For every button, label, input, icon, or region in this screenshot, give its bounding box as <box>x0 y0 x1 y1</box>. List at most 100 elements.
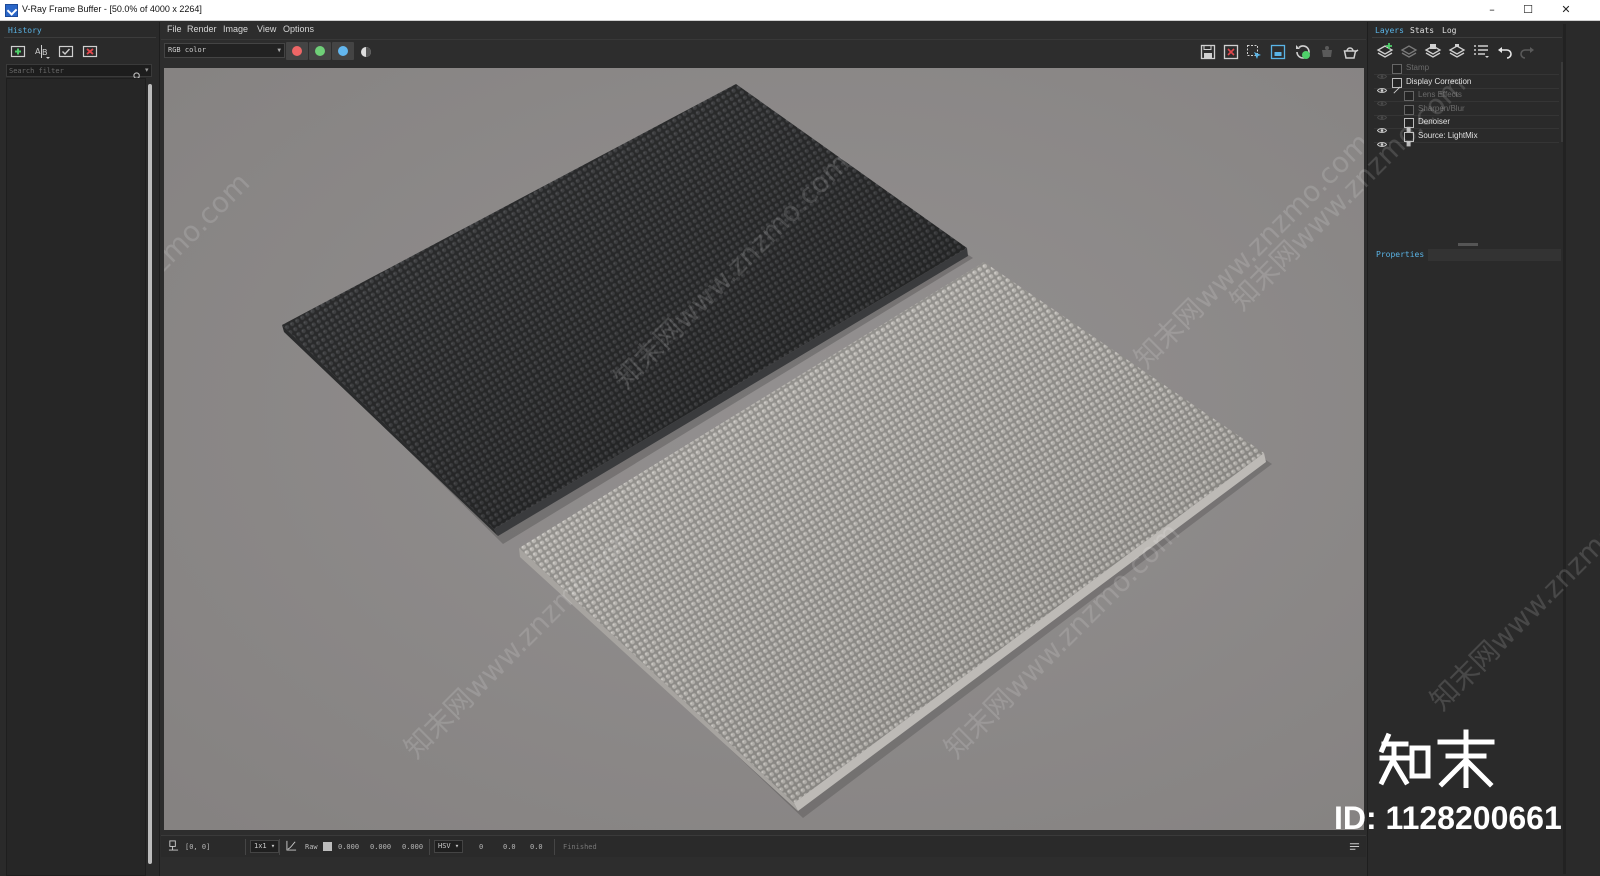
zoom-select[interactable]: 1x1 ▾ <box>250 840 280 853</box>
status-bar: [0, 0] 1x1 ▾ Raw 0.000 0.000 0.000 HSV ▾… <box>161 835 1366 857</box>
console-icon[interactable] <box>1349 841 1360 854</box>
menu-image[interactable]: Image <box>223 24 248 34</box>
load-history-icon[interactable] <box>58 43 74 59</box>
pin-icon[interactable] <box>168 840 179 853</box>
red-channel-button[interactable] <box>286 42 308 60</box>
green-dot-icon <box>315 46 325 56</box>
color-space-select[interactable]: HSV ▾ <box>434 840 464 853</box>
eye-icon[interactable] <box>1376 79 1388 93</box>
blue-channel-button[interactable] <box>332 42 354 60</box>
pixel-coords: [0, 0] <box>185 843 211 851</box>
toolbar: RGB color ▼ <box>161 39 1366 63</box>
r-value: 0.000 <box>338 843 360 851</box>
interactive-render-icon[interactable] <box>1294 43 1312 61</box>
eye-icon[interactable] <box>1376 92 1388 106</box>
title-bar: V-Ray Frame Buffer - [50.0% of 4000 x 22… <box>0 0 1600 21</box>
load-layer-icon[interactable] <box>1400 42 1418 60</box>
chevron-down-icon: ▼ <box>277 47 281 54</box>
panel-splitter[interactable] <box>1458 243 1478 246</box>
color-space-value: HSV <box>438 842 451 850</box>
stop-render-icon[interactable] <box>1318 43 1336 61</box>
layer-type-icon <box>1404 118 1414 133</box>
right-panel-scrollbar[interactable] <box>1563 24 1566 874</box>
b-value: 0.000 <box>402 843 424 851</box>
menu-bar: File Render Image View Options <box>161 22 1366 38</box>
tab-layers[interactable]: Layers <box>1375 26 1404 35</box>
eye-icon[interactable] <box>1376 65 1388 79</box>
channel-select[interactable]: RGB color ▼ <box>164 43 285 58</box>
create-layer-icon[interactable] <box>1376 42 1394 60</box>
save-image-icon[interactable] <box>1199 43 1217 61</box>
history-panel: History AB ▾ <box>0 22 160 876</box>
eye-icon[interactable] <box>1376 133 1388 147</box>
save-to-history-icon[interactable] <box>10 43 26 59</box>
render-teapot-icon[interactable] <box>1341 43 1359 61</box>
layer-label: Denoiser <box>1418 117 1451 126</box>
layer-row[interactable]: Denoiser <box>1374 116 1559 133</box>
layer-label: Source: LightMix <box>1418 130 1478 140</box>
h-value: 0 <box>479 843 484 851</box>
redo-icon[interactable] <box>1518 42 1536 60</box>
red-dot-icon <box>292 46 302 56</box>
layer-type-icon <box>1404 104 1414 115</box>
divider <box>279 839 280 855</box>
layer-row[interactable]: Source: LightMix <box>1374 130 1559 147</box>
ab-compare-icon[interactable]: AB <box>34 43 50 59</box>
undo-icon[interactable] <box>1496 42 1514 60</box>
render-status: Finished <box>563 843 597 851</box>
clear-image-icon[interactable] <box>1222 43 1240 61</box>
eye-icon[interactable] <box>1376 106 1388 120</box>
layer-row[interactable]: Sharpen/Blur <box>1374 103 1559 120</box>
history-list[interactable] <box>6 78 146 876</box>
layer-row[interactable]: Stamp <box>1374 62 1559 79</box>
rendered-image <box>164 68 1364 830</box>
watermark-id: ID: 1128200661 <box>1334 800 1562 836</box>
g-value: 0.000 <box>370 843 392 851</box>
divider <box>429 839 430 855</box>
green-channel-button[interactable] <box>309 42 331 60</box>
search-dropdown-icon[interactable]: ▾ <box>145 66 149 74</box>
alpha-channel-icon[interactable] <box>358 44 376 62</box>
region-render-icon[interactable] <box>1245 43 1263 61</box>
menu-options[interactable]: Options <box>283 24 314 34</box>
window-title: V-Ray Frame Buffer - [50.0% of 4000 x 22… <box>22 4 202 14</box>
layer-type-icon <box>1392 64 1402 74</box>
divider <box>245 839 246 855</box>
layer-row[interactable]: Display Correction <box>1374 76 1559 94</box>
layer-list-icon[interactable] <box>1472 42 1490 60</box>
search-icon[interactable] <box>133 66 142 81</box>
layer-label: Lens Effects <box>1418 90 1462 99</box>
tab-stats[interactable]: Stats <box>1410 26 1434 35</box>
vfb-window: V-Ray Frame Buffer - [50.0% of 4000 x 22… <box>0 0 1600 876</box>
watermark-logo <box>1378 728 1498 789</box>
blue-dot-icon <box>338 46 348 56</box>
layer-row[interactable]: Lens Effects <box>1374 89 1559 106</box>
zoom-value: 1x1 <box>254 842 267 850</box>
properties-title: Properties <box>1376 250 1425 259</box>
layer-presets-icon[interactable] <box>1448 42 1466 60</box>
layer-label: Display Correction <box>1406 76 1472 86</box>
delete-history-icon[interactable] <box>82 43 98 59</box>
history-scrollbar[interactable] <box>147 78 153 876</box>
layer-tree: Stamp Display Correction Lens Effects Sharp… <box>1374 62 1564 248</box>
tab-log[interactable]: Log <box>1442 26 1456 35</box>
maximize-button[interactable]: ☐ <box>1510 0 1546 21</box>
menu-view[interactable]: View <box>257 24 276 34</box>
render-viewport[interactable]: 知末网www.znzmo.com 知末网www.znzmo.com 知末网www… <box>164 68 1364 830</box>
curve-icon[interactable] <box>286 840 297 853</box>
scroll-thumb[interactable] <box>148 84 152 864</box>
color-swatch <box>323 842 332 851</box>
eye-icon[interactable] <box>1376 119 1388 133</box>
save-layers-icon[interactable] <box>1424 42 1442 60</box>
raw-mode-label[interactable]: Raw <box>305 843 318 851</box>
s-value: 0.0 <box>503 843 516 851</box>
track-mouse-icon[interactable] <box>1269 43 1287 61</box>
search-filter-input[interactable] <box>9 65 129 76</box>
close-button[interactable]: ✕ <box>1548 0 1584 21</box>
layer-label: Stamp <box>1406 63 1430 72</box>
layer-label: Sharpen/Blur <box>1418 103 1465 113</box>
history-tab[interactable]: History <box>8 26 42 35</box>
menu-render[interactable]: Render <box>187 24 217 34</box>
menu-file[interactable]: File <box>167 24 182 34</box>
minimize-button[interactable]: – <box>1474 0 1510 21</box>
